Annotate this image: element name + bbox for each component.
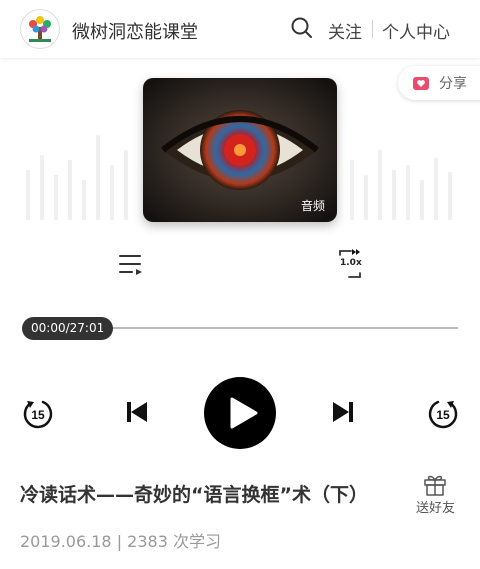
- header-bar: 微树洞恋能课堂 关注 个人中心: [0, 0, 480, 58]
- audio-badge: 音频: [300, 199, 325, 213]
- previous-track-button[interactable]: [125, 400, 149, 424]
- course-title: 冷读话术——奇妙的“语言换框”术（下）: [20, 484, 368, 506]
- shop-title: 微树洞恋能课堂: [72, 22, 198, 43]
- progress-thumb[interactable]: 00:00/27:01: [22, 317, 114, 340]
- share-label: 分享: [439, 76, 467, 92]
- course-cover: 音频: [143, 78, 337, 222]
- share-button[interactable]: 分享: [398, 66, 480, 100]
- gift-icon[interactable]: [423, 472, 447, 496]
- header-divider: [372, 20, 373, 38]
- rewind-15-button[interactable]: 15: [22, 398, 54, 430]
- forward-15-button[interactable]: 15: [427, 398, 459, 430]
- search-icon[interactable]: [290, 16, 314, 40]
- follow-button[interactable]: 关注: [328, 18, 362, 43]
- next-track-button[interactable]: [331, 400, 355, 424]
- personal-center-link[interactable]: 个人中心: [382, 18, 450, 43]
- playlist-icon[interactable]: [118, 252, 144, 276]
- course-meta: 2019.06.18 | 2383 次学习: [20, 532, 221, 551]
- share-icon: [412, 74, 430, 92]
- gift-friend-label[interactable]: 送好友: [416, 497, 455, 516]
- play-icon: [230, 397, 258, 429]
- shop-logo[interactable]: [20, 9, 60, 49]
- forward-seconds: 15: [436, 408, 450, 422]
- rewind-seconds: 15: [31, 408, 45, 422]
- playback-speed[interactable]: 1.0x: [340, 258, 362, 268]
- play-button[interactable]: [204, 377, 276, 449]
